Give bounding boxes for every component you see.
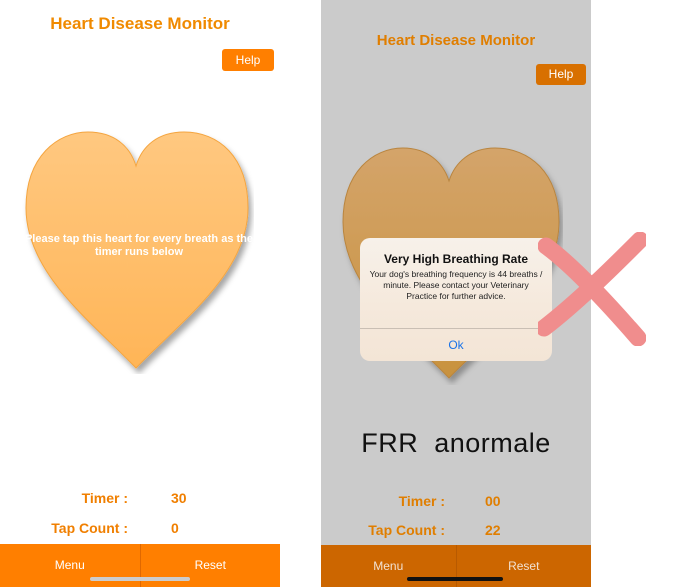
home-indicator[interactable] bbox=[90, 577, 190, 581]
alert-message: Your dog's breathing frequency is 44 bre… bbox=[369, 269, 543, 301]
home-indicator[interactable] bbox=[407, 577, 503, 581]
timer-label: Timer : bbox=[398, 493, 445, 509]
tap-count-label: Tap Count : bbox=[368, 522, 445, 538]
app-title: Heart Disease Monitor bbox=[376, 32, 536, 49]
timer-label: Timer : bbox=[81, 490, 128, 506]
tap-count-value: 22 bbox=[485, 522, 501, 538]
left-screen: Heart Disease Monitor Help Please tap th… bbox=[0, 0, 280, 587]
help-button[interactable]: Help bbox=[222, 49, 274, 71]
app-title: Heart Disease Monitor bbox=[50, 14, 230, 33]
timer-value: 00 bbox=[485, 493, 501, 509]
tap-count-value: 0 bbox=[171, 520, 179, 536]
alert-title: Very High Breathing Rate bbox=[383, 252, 529, 266]
tap-count-label: Tap Count : bbox=[51, 520, 128, 536]
alert-dialog: Very High Breathing Rate Your dog's brea… bbox=[360, 238, 552, 361]
help-button[interactable]: Help bbox=[536, 64, 586, 85]
timer-value: 30 bbox=[171, 490, 187, 506]
frr-annotation: FRR anormale bbox=[361, 428, 551, 458]
alert-ok-button[interactable]: Ok bbox=[360, 329, 552, 361]
heart-instruction: Please tap this heart for every breath a… bbox=[24, 233, 254, 258]
cross-icon bbox=[538, 232, 646, 346]
